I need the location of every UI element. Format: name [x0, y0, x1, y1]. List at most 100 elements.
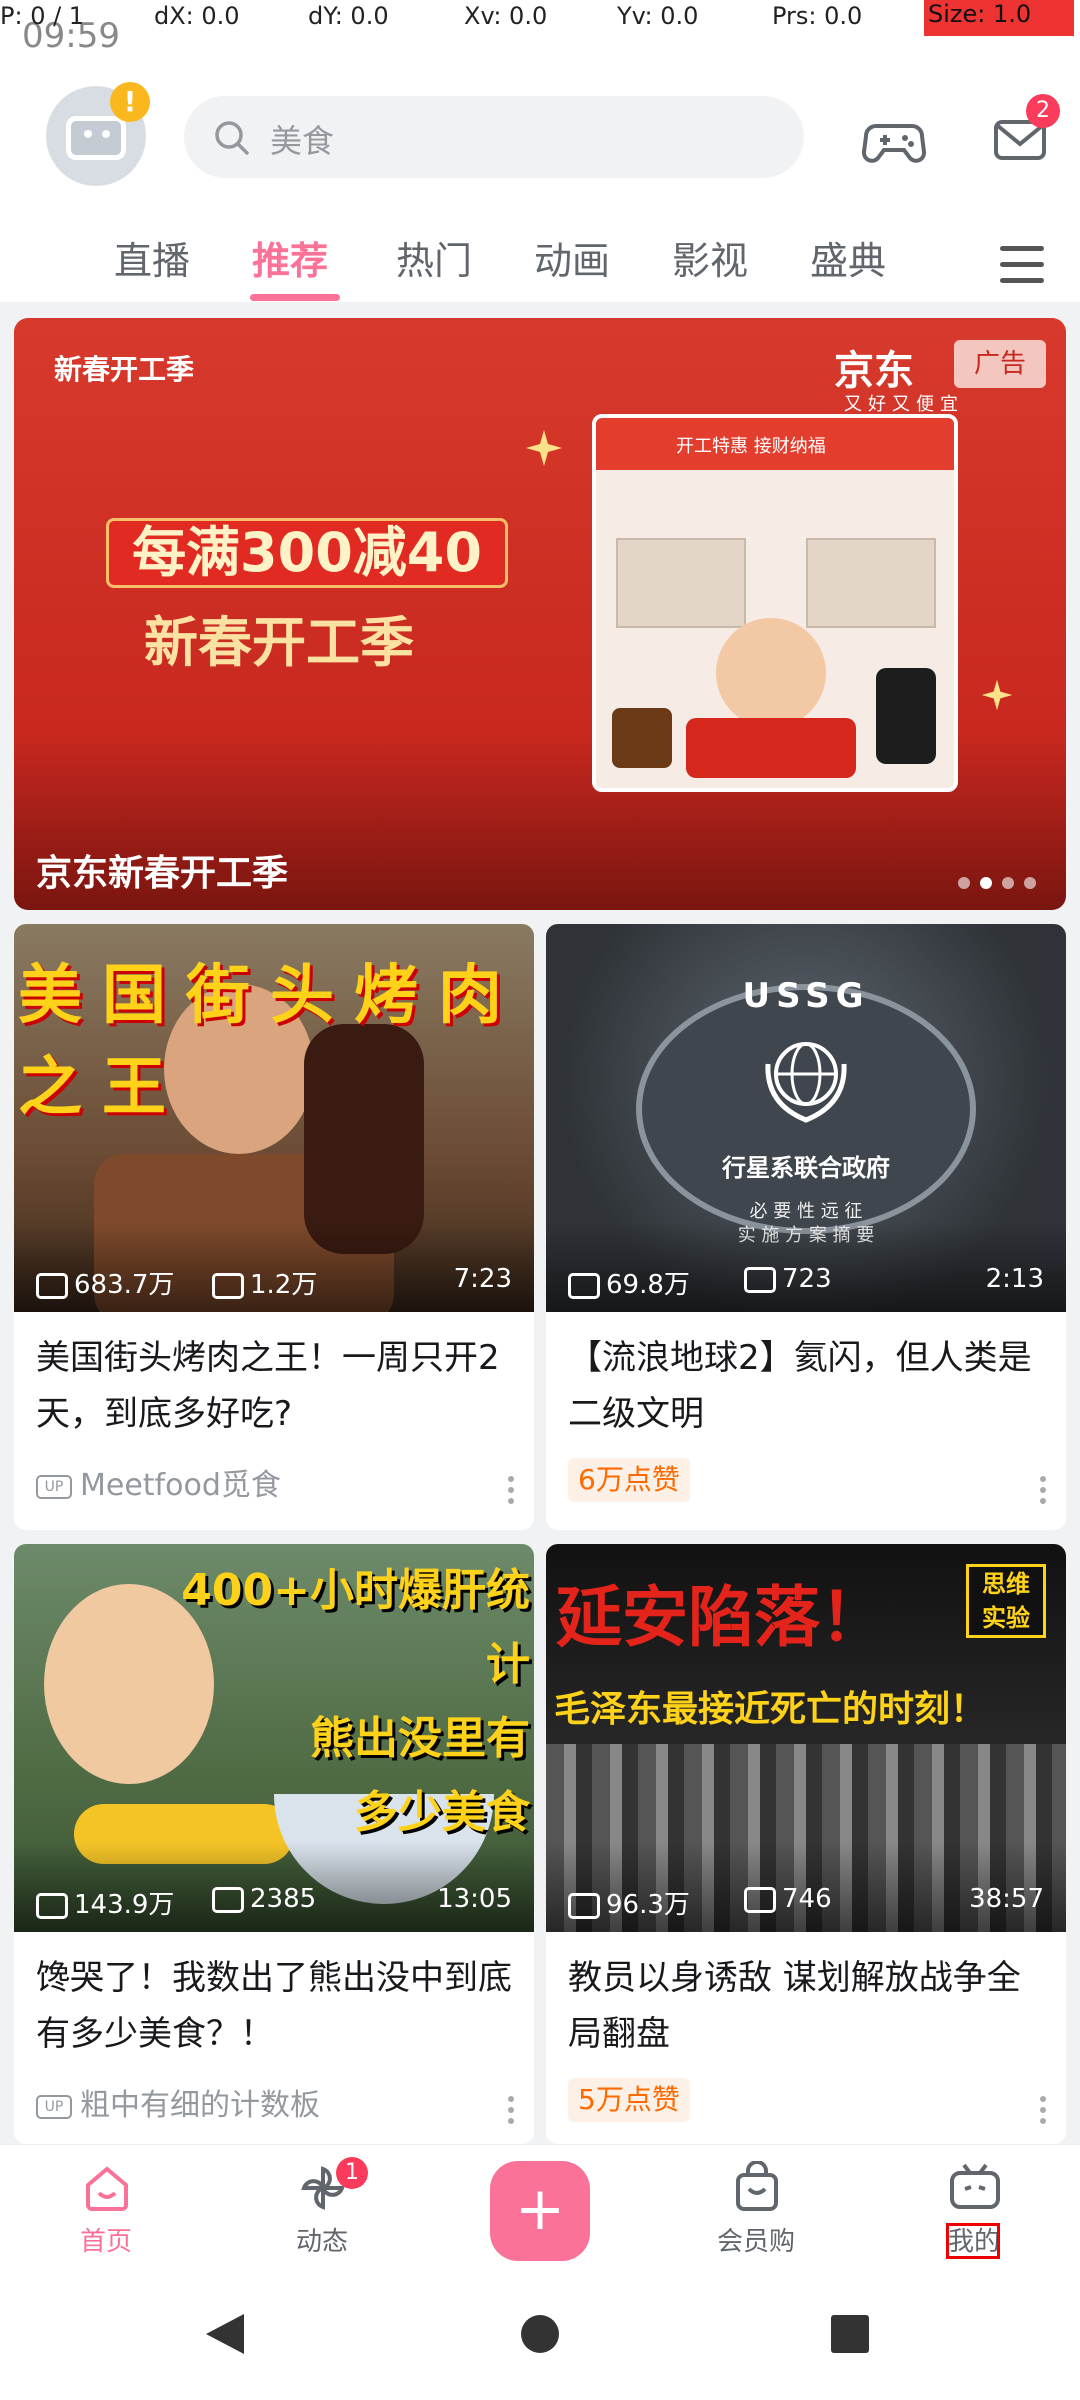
play-count-icon	[36, 1892, 68, 1919]
play-count-icon	[36, 1272, 68, 1299]
more-options-icon[interactable]	[508, 1476, 516, 1506]
recents-icon[interactable]	[830, 2314, 870, 2354]
video-thumbnail: 400+小时爆肝统计 熊出没里有 多少美食 143.9万 2385 13:05	[14, 1544, 534, 1932]
debug-pointer: P: 0 / 1	[0, 2, 85, 30]
up-icon: UP	[36, 2094, 72, 2119]
video-card[interactable]: 400+小时爆肝统计 熊出没里有 多少美食 143.9万 2385 13:05 …	[14, 1544, 534, 2144]
video-duration: 13:05	[437, 1884, 512, 1914]
up-icon: UP	[36, 1474, 72, 1499]
banner-brand-slogan: 又好又便宜	[844, 394, 964, 415]
back-icon[interactable]	[204, 2312, 246, 2356]
video-stats: 96.3万 746 38:57	[568, 1882, 1044, 1920]
highlight-box	[946, 2223, 1000, 2259]
debug-dy: dY: 0.0	[308, 2, 389, 30]
active-tab-indicator	[250, 294, 340, 301]
tab-gala[interactable]: 盛典	[810, 230, 886, 285]
thumbnail-caption: 美国街头烤肉之王	[18, 959, 522, 1125]
video-duration: 38:57	[969, 1884, 1044, 1914]
bottom-nav: 首页 动态 1 + 会员购 我的	[0, 2144, 1080, 2264]
banner-brand-jd: 京东	[834, 348, 914, 394]
banner-brand-left: 新春开工季	[54, 353, 195, 386]
tv-icon	[950, 2163, 1000, 2209]
banner-card-strip: 开工特惠 接财纳福	[676, 436, 826, 457]
more-options-icon[interactable]	[508, 2096, 516, 2126]
video-duration: 7:23	[453, 1264, 512, 1294]
tv-mascot-icon	[66, 116, 126, 160]
mail-badge: 2	[1026, 94, 1060, 128]
debug-prs: Prs: 0.0	[772, 2, 863, 30]
video-card[interactable]: 美国街头烤肉之王 683.7万 1.2万 7:23 美国街头烤肉之王！一周只开2…	[14, 924, 534, 1530]
danmaku-icon	[744, 1266, 776, 1293]
shopping-bag-icon	[736, 2161, 778, 2211]
publish-plus-button[interactable]: +	[490, 2161, 590, 2261]
view-count: 683.7万	[74, 1270, 175, 1300]
thumbnail-caption: USSG	[742, 976, 870, 1016]
nav-member-shop[interactable]: 会员购	[686, 2145, 826, 2265]
video-stats: 69.8万 723 2:13	[568, 1262, 1044, 1300]
top-header: ! 美食 2 直播 推荐 热门 动画 影视 盛典	[0, 52, 1080, 302]
search-bar[interactable]: 美食	[184, 96, 804, 178]
danmaku-count: 2385	[250, 1884, 317, 1914]
debug-yv: Yv: 0.0	[617, 2, 699, 30]
video-title: 教员以身诱敌 谋划解放战争全局翻盘	[568, 1958, 1021, 2054]
banner-pager	[958, 874, 1046, 893]
sparkle-icon	[526, 430, 562, 466]
globe-emblem-icon	[765, 1042, 847, 1123]
like-count-tag: 6万点赞	[568, 1458, 690, 1502]
video-title: 馋哭了！我数出了熊出没中到底有多少美食？！	[36, 1958, 512, 2054]
sparkle-icon	[981, 679, 1013, 711]
more-options-icon[interactable]	[1040, 1476, 1048, 1506]
menu-icon[interactable]	[1000, 246, 1044, 286]
thumbnail-subtitle: 毛泽东最接近死亡的时刻！	[554, 1689, 987, 1730]
thumbnail-caption: 延安陷落！	[556, 1579, 886, 1656]
video-thumbnail: 延安陷落！ 思维 实验 毛泽东最接近死亡的时刻！ 96.3万 746 38:57	[546, 1544, 1066, 1932]
product-jar-illustration	[612, 708, 672, 768]
danmaku-icon	[744, 1886, 776, 1913]
red-envelope-illustration	[686, 718, 856, 778]
character-illustration	[716, 618, 826, 728]
video-thumbnail: 美国街头烤肉之王 683.7万 1.2万 7:23	[14, 924, 534, 1312]
danmaku-icon	[212, 1886, 244, 1913]
tab-anime[interactable]: 动画	[534, 230, 610, 285]
video-card[interactable]: 延安陷落！ 思维 实验 毛泽东最接近死亡的时刻！ 96.3万 746 38:57…	[546, 1544, 1066, 2144]
tab-movies[interactable]: 影视	[672, 230, 748, 285]
avatar-alert-badge: !	[110, 82, 150, 122]
nav-member-shop-label: 会员购	[716, 2227, 795, 2257]
nav-home[interactable]: 首页	[36, 2145, 176, 2265]
uploader-name: 粗中有细的计数板	[80, 2088, 320, 2123]
thumbnail-subtitle: 行星系联合政府	[722, 1154, 890, 1182]
thumbnail-badge: 思维 实验	[966, 1564, 1046, 1638]
tab-hot[interactable]: 热门	[396, 230, 472, 285]
video-thumbnail: USSG 行星系联合政府 必 要 性 远 征 实 施 方 案 摘 要 69.8万…	[546, 924, 1066, 1312]
play-count-icon	[568, 1892, 600, 1919]
danmaku-count: 1.2万	[250, 1270, 318, 1300]
banner-ad[interactable]: 新春开工季 京东 又好又便宜 广告 每满300减40 新春开工季 开工特惠 接财…	[14, 318, 1066, 910]
more-options-icon[interactable]	[1040, 2096, 1048, 2126]
status-bar: 09:59 P: 0 / 1 dX: 0.0 dY: 0.0 Xv: 0.0 Y…	[0, 0, 1080, 56]
debug-dx: dX: 0.0	[154, 2, 240, 30]
uploader[interactable]: UP 粗中有细的计数板	[36, 2080, 320, 2124]
uploader-name: Meetfood觅食	[80, 1468, 281, 1503]
view-count: 69.8万	[606, 1270, 690, 1300]
video-stats: 683.7万 1.2万 7:23	[36, 1262, 512, 1300]
ad-tag: 广告	[954, 340, 1046, 388]
tab-recommend[interactable]: 推荐	[252, 230, 328, 285]
nav-dynamics[interactable]: 动态	[252, 2145, 392, 2265]
dynamics-badge: 1	[336, 2157, 368, 2189]
video-duration: 2:13	[985, 1264, 1044, 1294]
home-circle-icon[interactable]	[520, 2314, 560, 2354]
tab-live[interactable]: 直播	[114, 230, 190, 285]
phone-illustration	[876, 668, 936, 764]
home-icon	[86, 2166, 128, 2211]
danmaku-count: 746	[782, 1884, 832, 1914]
search-placeholder: 美食	[270, 122, 335, 160]
uploader[interactable]: UP Meetfood觅食	[36, 1460, 281, 1504]
game-controller-icon[interactable]	[862, 108, 926, 172]
banner-promo-main: 每满300减40	[106, 518, 508, 588]
view-count: 96.3万	[606, 1890, 690, 1920]
danmaku-count: 723	[782, 1264, 832, 1294]
video-stats: 143.9万 2385 13:05	[36, 1882, 512, 1920]
video-card[interactable]: USSG 行星系联合政府 必 要 性 远 征 实 施 方 案 摘 要 69.8万…	[546, 924, 1066, 1530]
video-title: 美国街头烤肉之王！一周只开2天，到底多好吃?	[36, 1338, 500, 1434]
video-title: 【流浪地球2】氦闪，但人类是二级文明	[568, 1338, 1032, 1434]
